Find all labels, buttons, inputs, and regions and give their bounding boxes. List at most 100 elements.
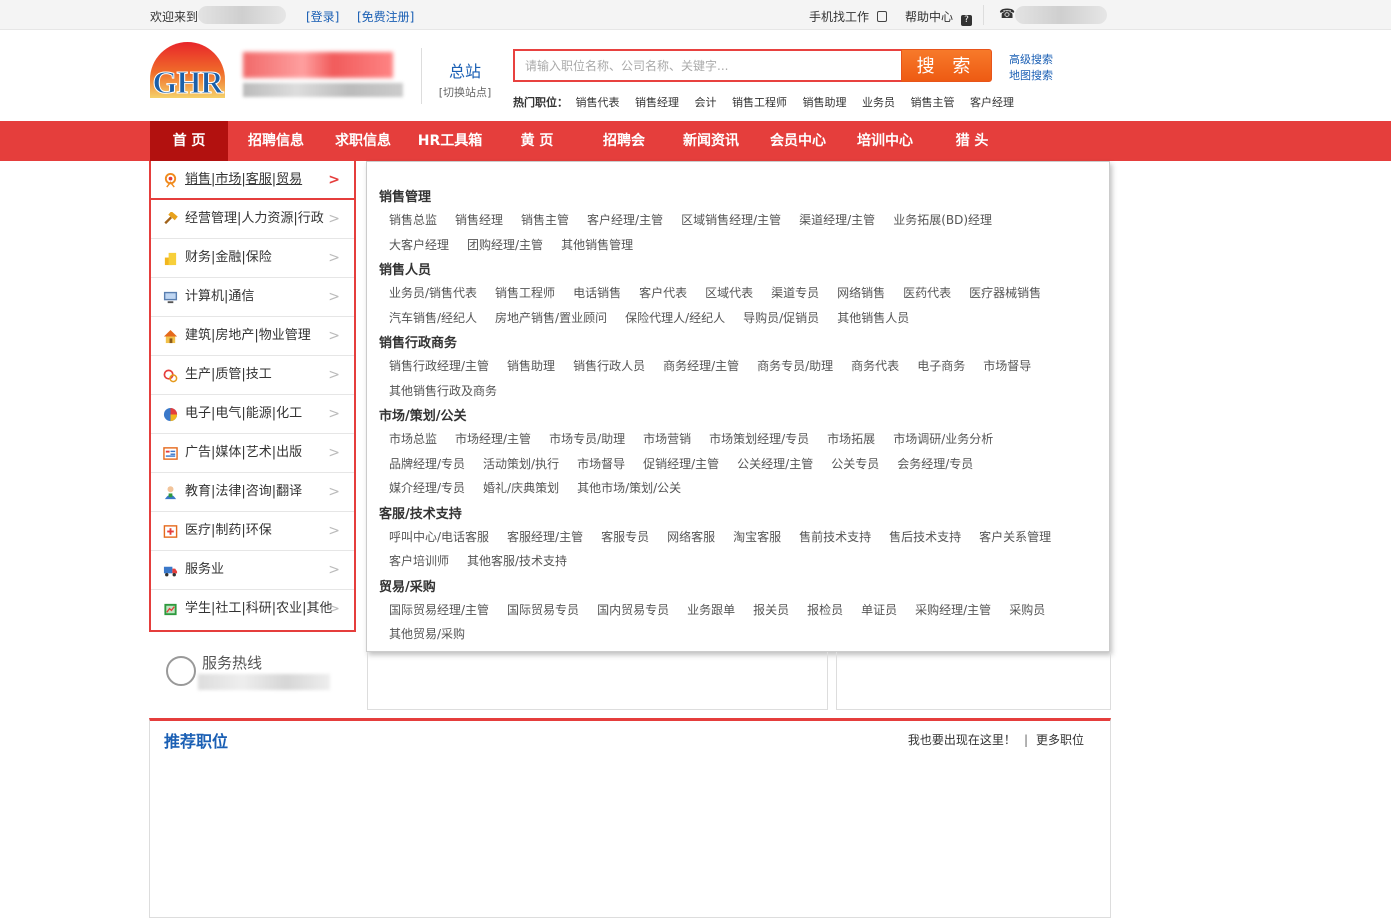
job-link[interactable]: 活动策划/执行: [483, 452, 559, 477]
job-link[interactable]: 房地产销售/置业顾问: [495, 306, 607, 331]
job-link[interactable]: 业务员/销售代表: [389, 281, 477, 306]
job-link[interactable]: 医疗器械销售: [969, 281, 1041, 306]
job-link[interactable]: 其他市场/策划/公关: [577, 476, 681, 501]
job-link[interactable]: 客户培训师: [389, 549, 449, 574]
job-link[interactable]: 市场督导: [983, 354, 1031, 379]
category-item-education[interactable]: 教育|法律|咨询|翻译 >: [151, 473, 354, 512]
job-link[interactable]: 售前技术支持: [799, 525, 871, 550]
hot-job-link[interactable]: 销售工程师: [732, 96, 787, 109]
job-link[interactable]: 电话销售: [573, 281, 621, 306]
hot-job-link[interactable]: 业务员: [862, 96, 895, 109]
job-link[interactable]: 其他客服/技术支持: [467, 549, 567, 574]
job-link[interactable]: 品牌经理/专员: [389, 452, 465, 477]
job-link[interactable]: 淘宝客服: [733, 525, 781, 550]
job-link[interactable]: 销售总监: [389, 208, 437, 233]
job-link[interactable]: 团购经理/主管: [467, 233, 543, 258]
job-link[interactable]: 客户代表: [639, 281, 687, 306]
job-link[interactable]: 市场营销: [643, 427, 691, 452]
category-item-media[interactable]: 广告|媒体|艺术|出版 >: [151, 434, 354, 473]
hot-job-link[interactable]: 销售主管: [911, 96, 955, 109]
job-link[interactable]: 婚礼/庆典策划: [483, 476, 559, 501]
job-link[interactable]: 市场策划经理/专员: [709, 427, 809, 452]
job-link[interactable]: 区域销售经理/主管: [681, 208, 781, 233]
job-link[interactable]: 销售行政经理/主管: [389, 354, 489, 379]
job-link[interactable]: 售后技术支持: [889, 525, 961, 550]
map-search-link[interactable]: 地图搜索: [1009, 68, 1053, 84]
job-link[interactable]: 渠道专员: [771, 281, 819, 306]
job-link[interactable]: 销售经理: [455, 208, 503, 233]
job-link[interactable]: 客服经理/主管: [507, 525, 583, 550]
job-link[interactable]: 国际贸易专员: [507, 598, 579, 623]
hot-job-link[interactable]: 销售代表: [576, 96, 620, 109]
hot-job-link[interactable]: 会计: [695, 96, 717, 109]
search-button[interactable]: 搜 索: [901, 49, 992, 82]
job-link[interactable]: 其他销售人员: [837, 306, 909, 331]
category-item-sales[interactable]: 销售|市场|客服|贸易 >: [151, 161, 354, 200]
job-link[interactable]: 医药代表: [903, 281, 951, 306]
job-link[interactable]: 网络客服: [667, 525, 715, 550]
job-link[interactable]: 汽车销售/经纪人: [389, 306, 477, 331]
job-link[interactable]: 其他贸易/采购: [389, 622, 465, 647]
job-link[interactable]: 国内贸易专员: [597, 598, 669, 623]
job-link[interactable]: 商务专员/助理: [757, 354, 833, 379]
category-item-service[interactable]: 服务业 >: [151, 551, 354, 590]
hot-job-link[interactable]: 销售助理: [803, 96, 847, 109]
job-link[interactable]: 大客户经理: [389, 233, 449, 258]
station-main-label[interactable]: 总站: [432, 58, 498, 82]
category-item-other[interactable]: 学生|社工|科研|农业|其他 >: [151, 590, 354, 629]
nav-hr-tools[interactable]: HR工具箱: [411, 121, 489, 161]
job-link[interactable]: 其他销售行政及商务: [389, 379, 497, 404]
job-link[interactable]: 会务经理/专员: [897, 452, 973, 477]
job-link[interactable]: 国际贸易经理/主管: [389, 598, 489, 623]
job-link[interactable]: 呼叫中心/电话客服: [389, 525, 489, 550]
category-item-finance[interactable]: 财务|金融|保险 >: [151, 239, 354, 278]
job-link[interactable]: 区域代表: [705, 281, 753, 306]
job-link[interactable]: 电子商务: [917, 354, 965, 379]
nav-training[interactable]: 培训中心: [846, 121, 924, 161]
mobile-job-link[interactable]: 手机找工作: [809, 8, 888, 25]
help-center-link[interactable]: 帮助中心?: [905, 8, 973, 26]
category-item-construction[interactable]: 建筑|房地产|物业管理 >: [151, 317, 354, 356]
nav-job-fairs[interactable]: 招聘会: [585, 121, 663, 161]
job-link[interactable]: 市场专员/助理: [549, 427, 625, 452]
job-link[interactable]: 市场拓展: [827, 427, 875, 452]
hot-job-link[interactable]: 销售经理: [635, 96, 679, 109]
job-link[interactable]: 报关员: [753, 598, 789, 623]
job-link[interactable]: 商务代表: [851, 354, 899, 379]
nav-job-seekers[interactable]: 求职信息: [324, 121, 402, 161]
job-link[interactable]: 销售主管: [521, 208, 569, 233]
switch-station-link[interactable]: [切换站点]: [432, 84, 498, 100]
job-link[interactable]: 商务经理/主管: [663, 354, 739, 379]
nav-news[interactable]: 新闻资讯: [672, 121, 750, 161]
category-item-management[interactable]: 经营管理|人力资源|行政 >: [151, 200, 354, 239]
job-link[interactable]: 采购经理/主管: [915, 598, 991, 623]
job-link[interactable]: 公关经理/主管: [737, 452, 813, 477]
nav-home[interactable]: 首 页: [150, 121, 228, 161]
job-link[interactable]: 市场督导: [577, 452, 625, 477]
nav-yellow-pages[interactable]: 黄 页: [498, 121, 576, 161]
job-link[interactable]: 业务拓展(BD)经理: [893, 208, 992, 233]
job-link[interactable]: 客户经理/主管: [587, 208, 663, 233]
login-link[interactable]: [登录]: [306, 8, 339, 25]
station-switcher[interactable]: 总站 [切换站点]: [432, 58, 498, 100]
category-item-electronics[interactable]: 电子|电气|能源|化工 >: [151, 395, 354, 434]
search-input[interactable]: [513, 49, 903, 82]
nav-job-listings[interactable]: 招聘信息: [237, 121, 315, 161]
job-link[interactable]: 销售工程师: [495, 281, 555, 306]
job-link[interactable]: 公关专员: [831, 452, 879, 477]
job-link[interactable]: 销售行政人员: [573, 354, 645, 379]
category-item-production[interactable]: 生产|质管|技工 >: [151, 356, 354, 395]
job-link[interactable]: 导购员/促销员: [743, 306, 819, 331]
job-link[interactable]: 渠道经理/主管: [799, 208, 875, 233]
appear-here-link[interactable]: 我也要出现在这里！: [908, 733, 1016, 747]
job-link[interactable]: 客服专员: [601, 525, 649, 550]
job-link[interactable]: 销售助理: [507, 354, 555, 379]
job-link[interactable]: 报检员: [807, 598, 843, 623]
job-link[interactable]: 保险代理人/经纪人: [625, 306, 725, 331]
job-link[interactable]: 市场调研/业务分析: [893, 427, 993, 452]
register-link[interactable]: [免费注册]: [357, 8, 414, 25]
category-item-it[interactable]: 计算机|通信 >: [151, 278, 354, 317]
job-link[interactable]: 市场经理/主管: [455, 427, 531, 452]
job-link[interactable]: 促销经理/主管: [643, 452, 719, 477]
job-link[interactable]: 业务跟单: [687, 598, 735, 623]
